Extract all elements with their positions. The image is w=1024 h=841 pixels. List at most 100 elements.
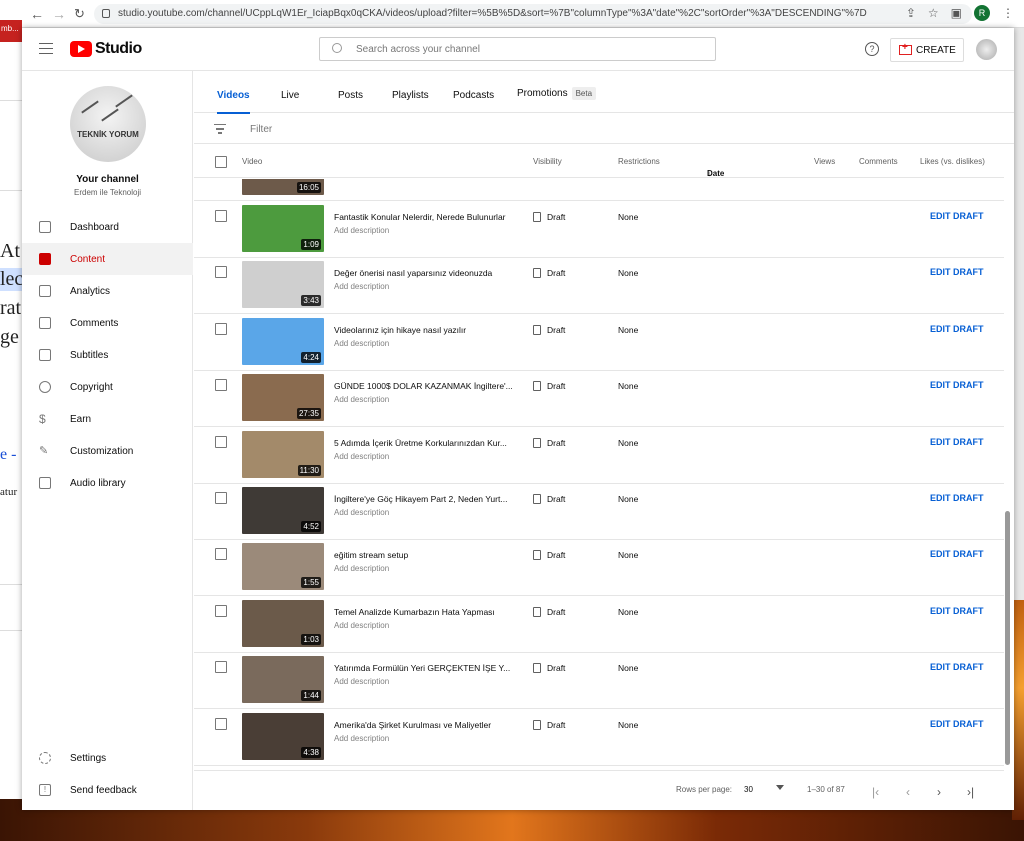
edit-draft-button[interactable]: EDIT DRAFT [930, 324, 984, 334]
edit-draft-button[interactable]: EDIT DRAFT [930, 437, 984, 447]
table-row[interactable]: 4:52 İngiltere'ye Göç Hikayem Part 2, Ned… [194, 483, 1004, 540]
video-title[interactable]: Fantastik Konular Nelerdir, Nerede Bulun… [334, 212, 514, 222]
visibility-cell[interactable]: Draft [533, 268, 565, 279]
table-row[interactable]: 4:24 Videolarınız için hikaye nasıl yazıl… [194, 314, 1004, 371]
video-thumbnail[interactable]: 1:44 [242, 656, 324, 704]
sidebar-item-customization[interactable]: ✎ Customization [22, 435, 193, 467]
column-comments[interactable]: Comments [859, 157, 898, 166]
video-thumbnail[interactable]: 1:03 [242, 599, 324, 647]
row-checkbox[interactable] [215, 322, 227, 335]
video-thumbnail[interactable]: 1:09 [242, 205, 324, 252]
table-row[interactable]: 11:30 5 Adımda İçerik Üretme Korkularınız… [194, 427, 1004, 484]
video-title[interactable]: eğitim stream setup [334, 550, 514, 560]
edit-draft-button[interactable]: EDIT DRAFT [930, 719, 984, 729]
table-row[interactable]: 16:05 [194, 179, 1004, 201]
tab-live[interactable]: Live [281, 90, 299, 112]
table-row[interactable]: 1:55 eğitim stream setup Add description Dr… [194, 539, 1004, 597]
video-thumbnail[interactable]: 1:55 [242, 543, 324, 591]
tab-posts[interactable]: Posts [338, 90, 363, 112]
video-thumbnail[interactable]: 11:30 [242, 430, 324, 478]
sidebar-item-copyright[interactable]: Copyright [22, 371, 193, 403]
video-thumbnail[interactable]: 27:35 [242, 374, 324, 422]
video-thumbnail[interactable]: 3:43 [242, 261, 324, 309]
video-description[interactable]: Add description [334, 734, 389, 743]
row-checkbox[interactable] [215, 210, 227, 222]
create-button[interactable]: CREATE [890, 38, 964, 62]
sidebar-item-send-feedback[interactable]: ! Send feedback [22, 774, 193, 806]
video-description[interactable]: Add description [334, 339, 389, 348]
sidebar-item-settings[interactable]: Settings [22, 742, 193, 774]
edit-draft-button[interactable]: EDIT DRAFT [930, 380, 984, 390]
address-bar[interactable]: studio.youtube.com/channel/UCppLqW1Er_Ic… [94, 4, 972, 24]
previous-page-icon[interactable]: ‹ [906, 785, 910, 799]
edit-draft-button[interactable]: EDIT DRAFT [930, 493, 984, 503]
sidebar-item-audio-library[interactable]: Audio library [22, 467, 193, 499]
rows-per-page-select[interactable]: 30 [744, 785, 753, 794]
visibility-cell[interactable]: Draft [533, 606, 565, 617]
visibility-cell[interactable]: Draft [533, 212, 565, 222]
table-row[interactable]: 1:03 Temel Analizde Kumarbazın Hata Yapma… [194, 596, 1004, 653]
back-icon[interactable]: ← [30, 6, 44, 22]
table-row[interactable]: 4:38 Amerika'da Şirket Kurulması ve Maliy… [194, 709, 1004, 766]
video-thumbnail[interactable]: 4:38 [242, 712, 324, 760]
sidepanel-icon[interactable]: ▣ [951, 6, 962, 20]
menu-icon[interactable] [39, 43, 53, 54]
video-description[interactable]: Add description [334, 508, 389, 517]
edit-draft-button[interactable]: EDIT DRAFT [930, 549, 984, 559]
video-description[interactable]: Add description [334, 452, 389, 461]
column-likes[interactable]: Likes (vs. dislikes) [920, 157, 985, 166]
sidebar-item-dashboard[interactable]: Dashboard [22, 211, 193, 243]
edit-draft-button[interactable]: EDIT DRAFT [930, 662, 984, 672]
reload-icon[interactable]: ↻ [74, 6, 85, 22]
channel-avatar[interactable]: TEKNİK YORUM [70, 86, 146, 162]
help-icon[interactable]: ? [865, 42, 879, 56]
sidebar-item-earn[interactable]: $ Earn [22, 403, 193, 435]
edit-draft-button[interactable]: EDIT DRAFT [930, 211, 984, 221]
video-description[interactable]: Add description [334, 621, 389, 630]
table-row[interactable]: 27:35 GÜNDE 1000$ DOLAR KAZANMAK İngilter… [194, 370, 1004, 428]
profile-avatar[interactable]: R [974, 5, 990, 21]
table-row[interactable]: 1:44 Yatırımda Formülün Yeri GERÇEKTEN İŞ… [194, 652, 1004, 710]
visibility-cell[interactable]: Draft [533, 381, 565, 392]
visibility-cell[interactable]: Draft [533, 437, 565, 448]
visibility-cell[interactable]: Draft [533, 719, 565, 730]
tab-playlists[interactable]: Playlists [392, 90, 429, 112]
last-page-icon[interactable]: ›| [967, 785, 974, 799]
column-restrictions[interactable]: Restrictions [618, 157, 660, 166]
share-icon[interactable]: ⇪ [906, 6, 916, 20]
studio-logo[interactable]: Studio [70, 40, 142, 58]
row-checkbox[interactable] [215, 435, 227, 448]
video-thumbnail[interactable]: 4:24 [242, 317, 324, 365]
video-title[interactable]: Temel Analizde Kumarbazın Hata Yapması [334, 607, 514, 617]
row-checkbox[interactable] [215, 661, 227, 674]
bookmark-star-icon[interactable]: ☆ [928, 6, 939, 20]
video-description[interactable]: Add description [334, 226, 389, 235]
tab-podcasts[interactable]: Podcasts [453, 90, 494, 112]
visibility-cell[interactable]: Draft [533, 324, 565, 335]
video-title[interactable]: Videolarınız için hikaye nasıl yazılır [334, 325, 514, 335]
visibility-cell[interactable]: Draft [533, 494, 565, 504]
search-input[interactable] [356, 40, 706, 58]
row-checkbox[interactable] [215, 604, 227, 617]
video-description[interactable]: Add description [334, 282, 389, 291]
row-checkbox[interactable] [215, 379, 227, 392]
select-all-checkbox[interactable] [215, 156, 227, 168]
next-page-icon[interactable]: › [937, 785, 941, 799]
row-checkbox[interactable] [215, 492, 227, 504]
row-checkbox[interactable] [215, 548, 227, 561]
video-description[interactable]: Add description [334, 677, 389, 686]
browser-menu-icon[interactable]: ⋮ [1002, 6, 1014, 20]
video-title[interactable]: Yatırımda Formülün Yeri GERÇEKTEN İŞE Y.… [334, 663, 514, 673]
account-avatar[interactable] [976, 39, 997, 60]
column-views[interactable]: Views [814, 157, 835, 166]
column-visibility[interactable]: Visibility [533, 157, 562, 166]
chevron-down-icon[interactable] [776, 785, 784, 790]
filter-bar[interactable]: Filter [194, 114, 1014, 144]
filter-input[interactable]: Filter [250, 124, 272, 135]
first-page-icon[interactable]: |‹ [872, 785, 879, 799]
edit-draft-button[interactable]: EDIT DRAFT [930, 606, 984, 616]
sidebar-item-comments[interactable]: Comments [22, 307, 193, 339]
video-title[interactable]: Amerika'da Şirket Kurulması ve Maliyetle… [334, 720, 514, 730]
filter-icon[interactable] [214, 124, 226, 134]
sidebar-item-subtitles[interactable]: Subtitles [22, 339, 193, 371]
